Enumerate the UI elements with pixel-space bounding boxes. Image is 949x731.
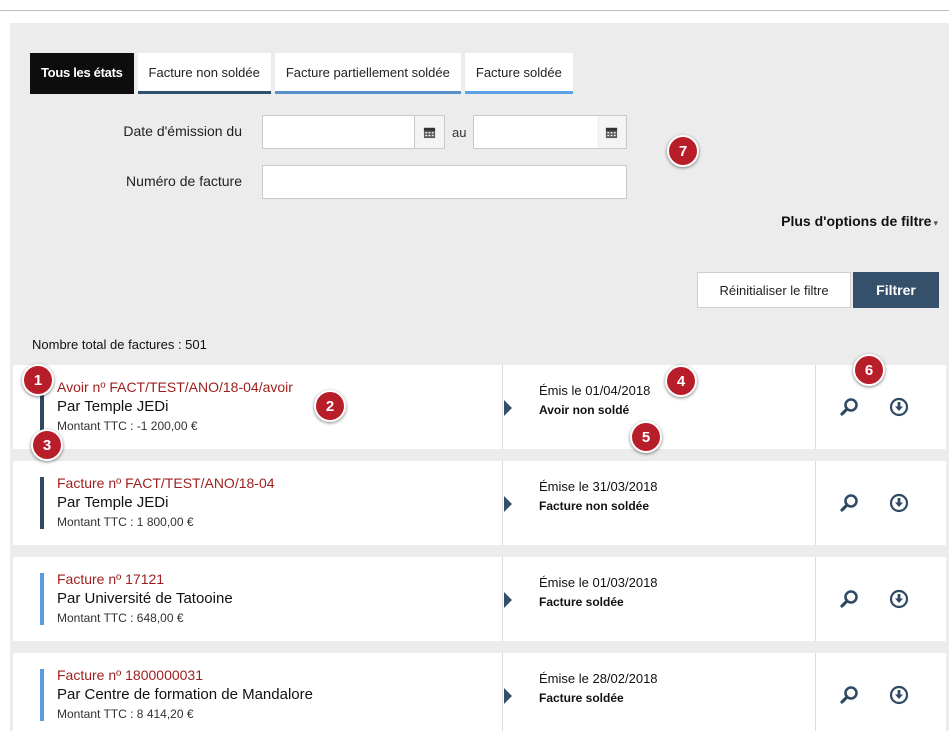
invoice-row: Avoir nº FACT/TEST/ANO/18-04/avoir Par T… — [13, 365, 946, 449]
magnifier-icon[interactable] — [839, 493, 859, 513]
status-bar — [40, 669, 44, 721]
column-divider — [815, 557, 816, 641]
invoice-number-label: Numéro de facture — [126, 173, 242, 189]
column-divider — [815, 653, 816, 731]
invoice-issuer: Par Centre de formation de Mandalore — [57, 686, 313, 703]
magnifier-icon[interactable] — [839, 397, 859, 417]
callout-badge-5: 5 — [630, 421, 662, 453]
invoice-amount: Montant TTC : 8 414,20 € — [57, 707, 194, 721]
reset-filter-button[interactable]: Réinitialiser le filtre — [697, 272, 851, 308]
triangle-right-icon[interactable] — [504, 688, 512, 704]
callout-badge-7: 7 — [667, 135, 699, 167]
download-circle-icon[interactable] — [889, 493, 909, 513]
invoice-state: Facture soldée — [539, 595, 624, 609]
column-divider — [502, 461, 503, 545]
more-filter-options-link[interactable]: Plus d'options de filtre ▾ — [781, 213, 938, 229]
invoice-amount: Montant TTC : 1 800,00 € — [57, 515, 194, 529]
callout-badge-6: 6 — [853, 354, 885, 386]
triangle-right-icon[interactable] — [504, 496, 512, 512]
callout-badge-1: 1 — [22, 364, 54, 396]
invoice-amount: Montant TTC : 648,00 € — [57, 611, 184, 625]
filter-button[interactable]: Filtrer — [853, 272, 939, 308]
total-invoices-count: Nombre total de factures : 501 — [32, 337, 207, 352]
download-circle-icon[interactable] — [889, 397, 909, 417]
triangle-right-icon[interactable] — [504, 592, 512, 608]
invoice-amount: Montant TTC : -1 200,00 € — [57, 419, 198, 433]
date-from-input[interactable] — [262, 115, 415, 149]
invoice-issue-date: Émise le 01/03/2018 — [539, 575, 658, 590]
column-divider — [815, 365, 816, 449]
caret-down-icon: ▾ — [933, 218, 938, 228]
date-to-input[interactable] — [473, 115, 598, 149]
column-divider — [815, 461, 816, 545]
invoice-title-link[interactable]: Facture nº 17121 — [57, 571, 164, 587]
invoice-issue-date: Émise le 28/02/2018 — [539, 671, 658, 686]
invoice-state: Facture soldée — [539, 691, 624, 705]
calendar-icon[interactable] — [597, 115, 627, 149]
invoice-row: Facture nº FACT/TEST/ANO/18-04 Par Templ… — [13, 461, 946, 545]
invoice-issue-date: Émis le 01/04/2018 — [539, 383, 651, 398]
tab-partially-paid-invoice[interactable]: Facture partiellement soldée — [274, 53, 461, 94]
invoice-state: Avoir non soldé — [539, 403, 630, 417]
invoice-row: Facture nº 17121 Par Université de Tatoo… — [13, 557, 946, 641]
magnifier-icon[interactable] — [839, 685, 859, 705]
invoice-number-input[interactable] — [262, 165, 627, 199]
tab-all-states[interactable]: Tous les états — [30, 53, 134, 94]
download-circle-icon[interactable] — [889, 589, 909, 609]
invoice-issuer: Par Temple JEDi — [57, 398, 169, 415]
magnifier-icon[interactable] — [839, 589, 859, 609]
calendar-icon[interactable] — [415, 115, 445, 149]
status-bar — [40, 477, 44, 529]
invoice-title-link[interactable]: Facture nº FACT/TEST/ANO/18-04 — [57, 475, 275, 491]
invoice-issue-date: Émise le 31/03/2018 — [539, 479, 658, 494]
date-separator: au — [452, 125, 467, 140]
status-bar — [40, 573, 44, 625]
top-divider — [0, 10, 949, 11]
callout-badge-3: 3 — [31, 429, 63, 461]
column-divider — [502, 365, 503, 449]
callout-badge-2: 2 — [314, 390, 346, 422]
invoice-panel: Tous les états Facture non soldée Factur… — [10, 23, 949, 731]
tab-unpaid-invoice[interactable]: Facture non soldée — [137, 53, 271, 94]
date-issued-label: Date d'émission du — [123, 123, 242, 139]
column-divider — [502, 653, 503, 731]
more-filter-options-label: Plus d'options de filtre — [781, 213, 932, 229]
state-tabs: Tous les états Facture non soldée Factur… — [30, 53, 577, 94]
invoice-issuer: Par Temple JEDi — [57, 494, 169, 511]
invoice-row: Facture nº 1800000031 Par Centre de form… — [13, 653, 946, 731]
tab-paid-invoice[interactable]: Facture soldée — [464, 53, 573, 94]
callout-badge-4: 4 — [665, 365, 697, 397]
column-divider — [502, 557, 503, 641]
invoice-state: Facture non soldée — [539, 499, 650, 513]
triangle-right-icon[interactable] — [504, 400, 512, 416]
invoice-title-link[interactable]: Facture nº 1800000031 — [57, 667, 203, 683]
download-circle-icon[interactable] — [889, 685, 909, 705]
invoice-title-link[interactable]: Avoir nº FACT/TEST/ANO/18-04/avoir — [57, 379, 293, 395]
invoice-issuer: Par Université de Tatooine — [57, 590, 233, 607]
